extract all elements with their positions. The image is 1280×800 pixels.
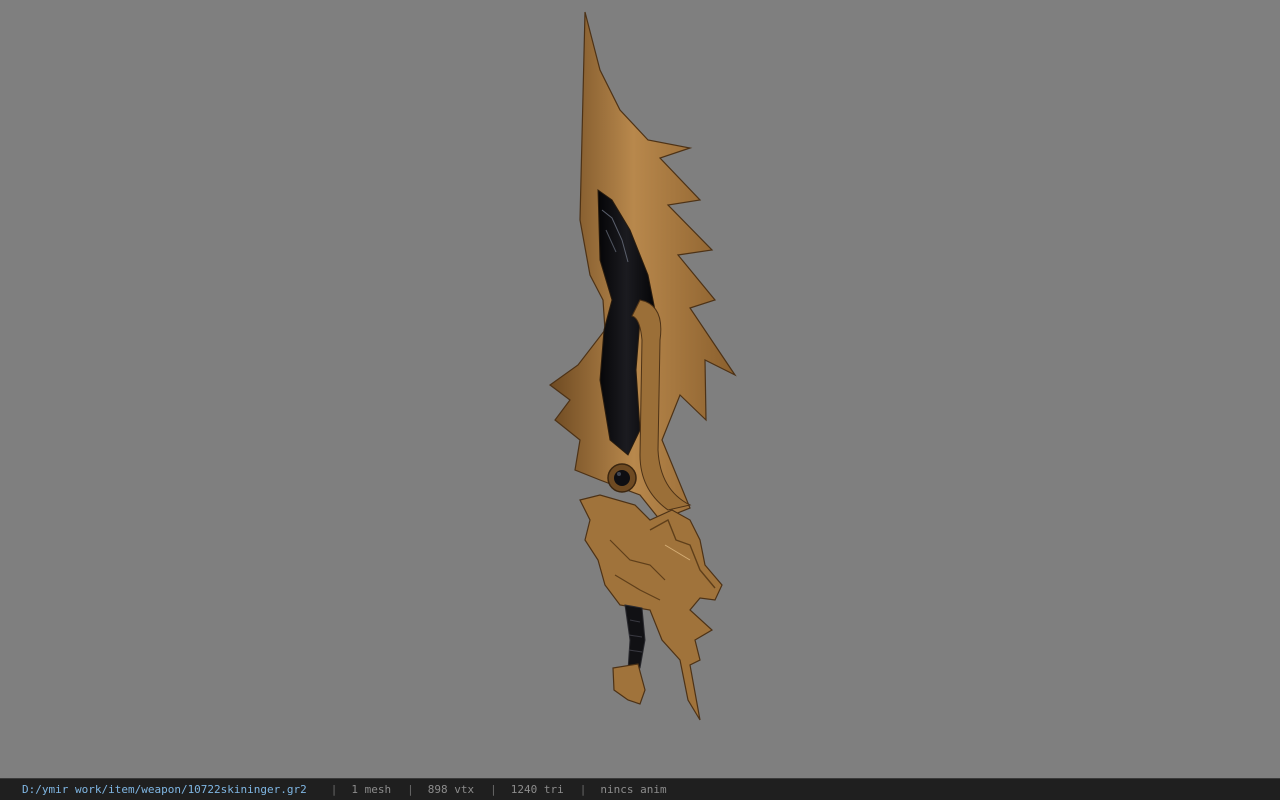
separator: | (330, 783, 338, 796)
vertex-count: 898 vtx (427, 783, 475, 796)
3d-viewport[interactable] (0, 0, 1280, 778)
status-bar: D:/ymir work/item/weapon/10722skininger.… (0, 778, 1280, 800)
gem (614, 470, 630, 486)
file-path: D:/ymir work/item/weapon/10722skininger.… (22, 783, 307, 796)
triangle-count: 1240 tri (510, 783, 564, 796)
animation-status: nincs anim (600, 783, 667, 796)
mesh-count: 1 mesh (351, 783, 392, 796)
separator: | (490, 783, 497, 796)
separator: | (579, 783, 587, 796)
separator: | (407, 783, 414, 796)
pommel (612, 663, 646, 705)
grip (624, 604, 646, 671)
weapon-model[interactable] (0, 0, 1280, 778)
